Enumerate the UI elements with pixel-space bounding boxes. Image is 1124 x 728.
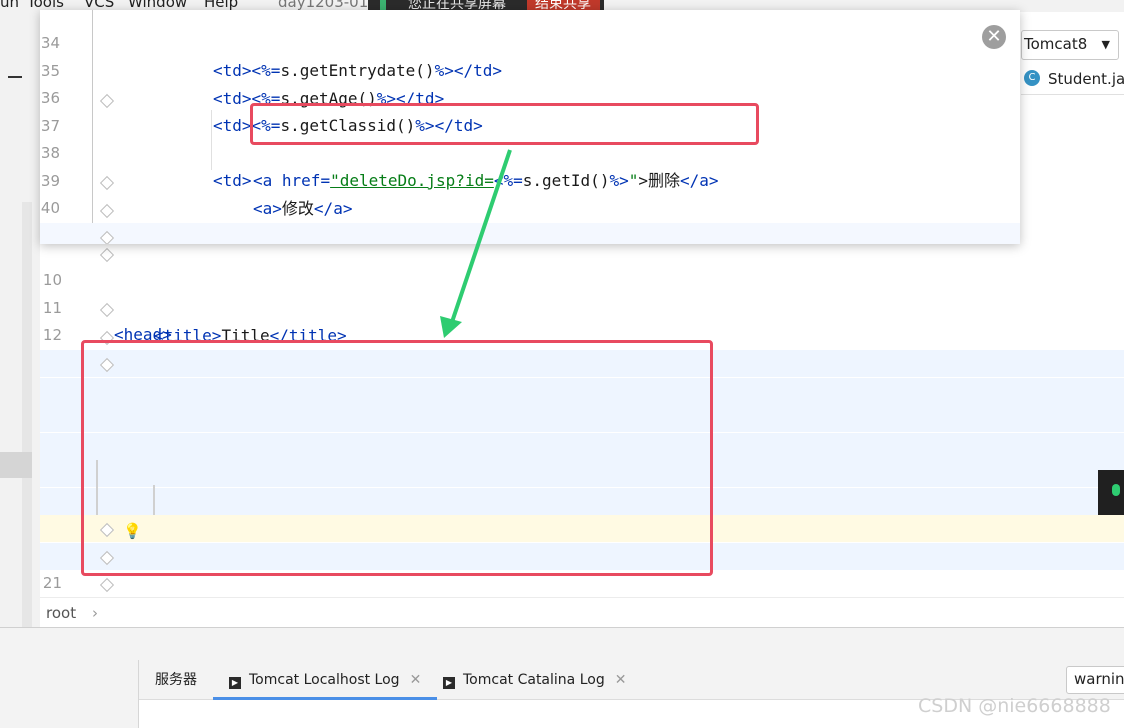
annotation-arrow [440,149,512,338]
arrow-head [440,316,462,338]
arrow-shaft [450,149,512,323]
